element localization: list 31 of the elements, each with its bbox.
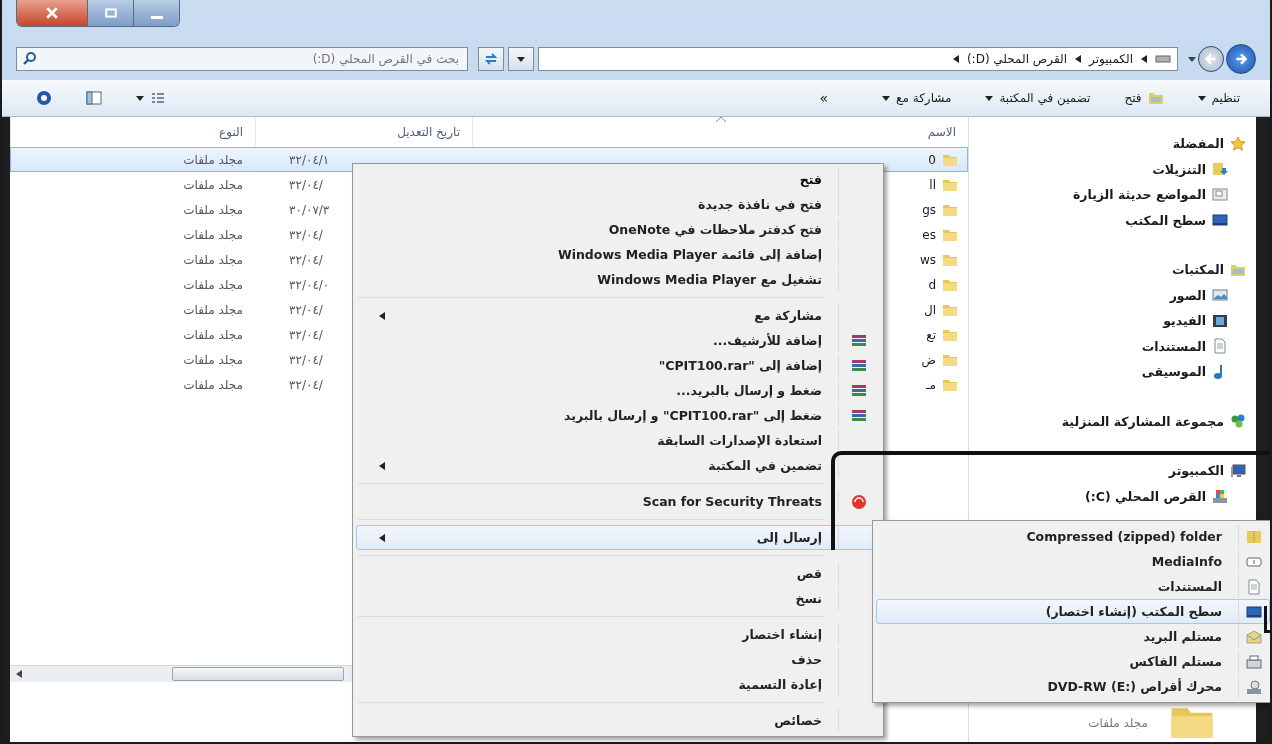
type-text: مجلد ملفات (183, 277, 243, 292)
type-text: مجلد ملفات (183, 202, 243, 217)
type-text: مجلد ملفات (183, 177, 243, 192)
type-text: مجلد ملفات (183, 227, 243, 242)
file-name: مـ (926, 377, 936, 392)
type-text: مجلد ملفات (183, 252, 243, 267)
file-name: ال (923, 302, 936, 317)
date-text: ٣٢/٠٤/٠ (289, 277, 330, 292)
item-type-text: مجلد ملفات (1088, 716, 1148, 730)
date-text: ٣٢/٠٤/ (289, 352, 323, 367)
date-text: ٣٢/٠٤/١ (289, 152, 330, 167)
date-text: ٣٢/٠٤/ (289, 177, 323, 192)
file-name: ll (929, 177, 936, 192)
file-name: gs (922, 202, 936, 217)
date-text: ٣٢/٠٤/ (289, 327, 323, 342)
type-text: مجلد ملفات (183, 352, 243, 367)
file-name: ض (921, 352, 936, 367)
type-text: مجلد ملفات (183, 377, 243, 392)
type-text: مجلد ملفات (183, 302, 243, 317)
date-text: ٣٢/٠٤/ (289, 302, 323, 317)
type-text: مجلد ملفات (183, 152, 243, 167)
date-text: ٣٢/٠٤/ (289, 377, 323, 392)
file-name: es (922, 227, 936, 242)
date-text: ٣٢/٠٤/ (289, 252, 323, 267)
date-text: ٣٠/٠٧/٣ (289, 202, 330, 217)
date-text: ٣٢/٠٤/ (289, 227, 323, 242)
file-name: 0 (928, 152, 936, 167)
file-name: تع (926, 327, 936, 342)
file-name: d (928, 277, 936, 292)
file-name: ws (919, 252, 936, 267)
type-text: مجلد ملفات (183, 327, 243, 342)
